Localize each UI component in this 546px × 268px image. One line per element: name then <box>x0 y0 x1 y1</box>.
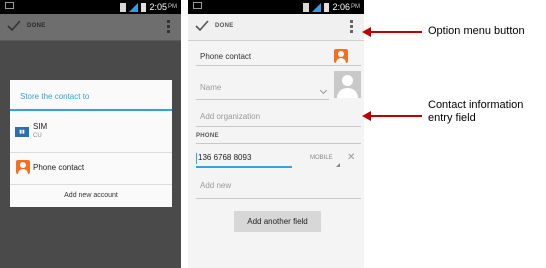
dialog-title-divider <box>10 109 172 111</box>
phone-number-input[interactable]: 136 6768 8093 <box>196 153 292 168</box>
add-new-phone-link[interactable]: Add new <box>200 181 231 190</box>
dialog-title: Store the contact to <box>20 92 90 101</box>
divider <box>196 65 361 66</box>
phone-screen-new-contact: 2:06 PM DONE Phone contact Name Add orga… <box>188 0 364 268</box>
option-sim[interactable]: ▮▮ SIM CU <box>10 117 172 147</box>
option-phone-label: Phone contact <box>33 163 85 172</box>
status-ampm: PM <box>351 4 360 10</box>
option-sim-label: SIM <box>33 122 48 131</box>
status-time: 2:06 <box>332 2 350 12</box>
callout-contact-entry-line2: entry field <box>428 112 476 124</box>
phone-section-header: PHONE <box>196 133 219 139</box>
organization-field[interactable]: Add organization <box>200 112 260 121</box>
option-phone-contact[interactable]: Phone contact <box>10 152 172 182</box>
dropdown-corner-icon <box>336 163 340 167</box>
battery-icon <box>141 2 147 12</box>
status-time: 2:05 <box>149 2 167 12</box>
sim-status-icon <box>120 2 127 12</box>
contact-icon <box>16 160 30 174</box>
status-bar: 2:06 PM <box>188 0 364 14</box>
store-contact-dialog: Store the contact to ▮▮ SIM CU Phone con… <box>10 80 172 207</box>
callout-contact-entry-line1: Contact information <box>428 99 524 111</box>
add-another-field-button[interactable]: Add another field <box>234 211 321 232</box>
chevron-down-icon[interactable] <box>319 86 328 95</box>
checkmark-icon[interactable] <box>195 19 209 33</box>
signal-icon <box>312 2 322 12</box>
callout-option-menu: Option menu button <box>428 25 525 37</box>
divider <box>196 198 361 199</box>
done-button[interactable]: DONE <box>27 23 46 29</box>
name-field[interactable]: Name <box>200 83 221 92</box>
contact-icon <box>334 49 348 63</box>
sim-status-icon <box>303 2 310 12</box>
sim-card-icon: ▮▮ <box>15 127 29 137</box>
action-bar: DONE <box>0 14 181 41</box>
callout-arrow-contact-entry <box>362 111 422 121</box>
action-bar: DONE <box>188 14 364 41</box>
account-label: Phone contact <box>200 52 252 61</box>
signal-icon <box>129 2 139 12</box>
phone-type-selector[interactable]: MOBILE <box>310 155 333 161</box>
status-ampm: PM <box>168 4 177 10</box>
overflow-menu-icon[interactable] <box>350 20 354 35</box>
option-sim-carrier: CU <box>33 133 42 139</box>
overflow-menu-icon[interactable] <box>167 20 171 35</box>
battery-icon <box>324 2 330 12</box>
done-button[interactable]: DONE <box>215 23 234 29</box>
name-field-underline <box>196 99 329 100</box>
divider <box>196 143 361 144</box>
checkmark-icon[interactable] <box>7 19 21 33</box>
callout-arrow-option-menu <box>362 27 422 37</box>
notification-icon <box>193 2 202 9</box>
close-icon[interactable]: ✕ <box>347 152 355 163</box>
contact-photo-avatar[interactable] <box>334 71 361 98</box>
notification-icon <box>5 2 14 9</box>
add-new-account-button[interactable]: Add new account <box>10 184 172 207</box>
phone-screen-store-dialog: 2:05 PM DONE Store the contact to ▮▮ SIM… <box>0 0 181 268</box>
status-bar: 2:05 PM <box>0 0 181 14</box>
divider <box>196 126 361 127</box>
